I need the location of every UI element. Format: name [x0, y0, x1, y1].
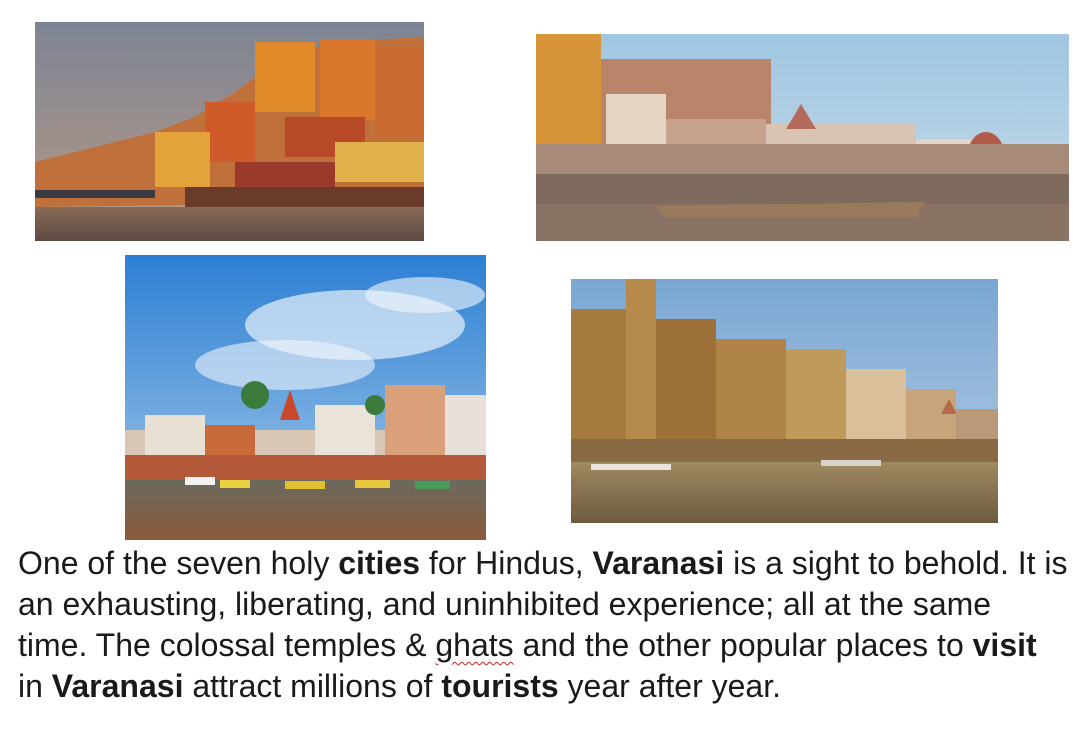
caption-bold-tourists: tourists — [441, 668, 559, 704]
caption-paragraph: One of the seven holy cities for Hindus,… — [18, 543, 1068, 707]
caption-bold-varanasi-2: Varanasi — [51, 668, 184, 704]
caption-text: One of the seven holy — [18, 545, 339, 581]
photo-ghats-boat — [536, 34, 1069, 241]
caption-bold-visit: visit — [972, 627, 1037, 663]
caption-text: for Hindus, — [420, 545, 593, 581]
photo-ghats-palace — [571, 279, 998, 523]
caption-text: attract millions of — [183, 668, 442, 704]
misspelled-word-ghats[interactable]: ghats — [435, 627, 513, 663]
caption-text: in — [18, 668, 52, 704]
caption-bold-varanasi: Varanasi — [592, 545, 725, 581]
photo-ghats-dusk — [35, 22, 424, 241]
caption-bold-cities: cities — [338, 545, 421, 581]
photo-ghats-blue-sky — [125, 255, 486, 540]
caption-text: year after year. — [558, 668, 781, 704]
caption-text: and the other popular places to — [513, 627, 973, 663]
